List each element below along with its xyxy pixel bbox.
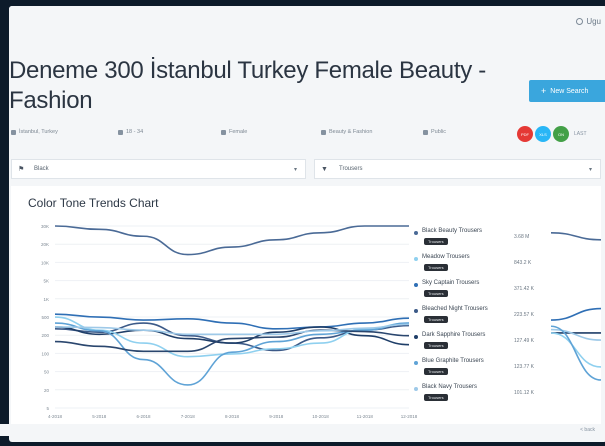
series-line-continuation bbox=[550, 332, 601, 368]
category-icon bbox=[321, 129, 326, 135]
page-title: Deneme 300 İstanbul Turkey Female Beauty… bbox=[9, 57, 486, 114]
export-on-button[interactable]: ON bbox=[553, 126, 569, 142]
x-tick-label: 9-2018 bbox=[269, 414, 284, 419]
legend-value: 123.77 K bbox=[514, 364, 535, 370]
legend-badge: Trousers bbox=[424, 238, 448, 245]
meta-category: Beauty & Fashion bbox=[321, 129, 372, 135]
location-icon bbox=[11, 129, 16, 135]
legend-badge: Trousers bbox=[424, 368, 448, 375]
category-filter-select[interactable]: ▼ Trousers ▾ bbox=[314, 159, 601, 179]
legend-dot bbox=[414, 231, 418, 235]
chevron-down-icon: ▾ bbox=[588, 167, 592, 173]
bottom-bar: < back bbox=[0, 424, 605, 436]
new-search-button[interactable]: + New Search bbox=[529, 80, 605, 102]
legend-name: Black Beauty Trousers bbox=[422, 228, 483, 234]
y-tick-label: 500 bbox=[41, 315, 49, 320]
y-tick-label: 5 bbox=[46, 406, 49, 411]
meta-visibility-text: Public bbox=[431, 129, 446, 135]
gear-icon bbox=[576, 18, 584, 25]
meta-location: İstanbul, Turkey bbox=[11, 129, 58, 135]
legend-value: 3.68 M bbox=[514, 234, 530, 240]
legend-badge: Trousers bbox=[424, 394, 448, 401]
series-line[interactable] bbox=[54, 225, 409, 256]
legend-dot bbox=[414, 283, 418, 287]
legend-value: 101.12 K bbox=[514, 390, 535, 396]
y-tick-label: 20 bbox=[44, 388, 50, 393]
chevron-down-icon: ▾ bbox=[293, 167, 297, 173]
y-tick-label: 10K bbox=[41, 260, 49, 265]
x-tick-label: 4-2018 bbox=[48, 414, 63, 419]
export-buttons: PDF XLS ON LAST bbox=[517, 126, 587, 142]
legend-name: Bleached Night Trousers bbox=[422, 306, 488, 312]
new-search-label: New Search bbox=[550, 87, 589, 95]
meta-location-text: İstanbul, Turkey bbox=[19, 129, 58, 135]
back-link[interactable]: < back bbox=[580, 427, 595, 433]
age-icon bbox=[118, 129, 123, 135]
funnel-icon: ▼ bbox=[321, 165, 328, 173]
x-tick-label: 11-2018 bbox=[357, 414, 374, 419]
legend-badge: Trousers bbox=[424, 342, 448, 349]
legend-dot bbox=[414, 387, 418, 391]
y-tick-label: 20K bbox=[41, 242, 49, 247]
legend-value: 223.57 K bbox=[514, 312, 535, 318]
x-tick-label: 10-2018 bbox=[312, 414, 329, 419]
x-tick-label: 5-2018 bbox=[92, 414, 107, 419]
y-tick-label: 200 bbox=[41, 333, 49, 338]
user-menu[interactable]: Ugu bbox=[576, 17, 601, 26]
category-filter-value: Trousers bbox=[339, 166, 363, 172]
y-tick-label: 30K bbox=[41, 224, 49, 229]
search-meta-row: İstanbul, Turkey 18 - 34 Female Beauty &… bbox=[11, 129, 446, 141]
series-line[interactable] bbox=[54, 313, 410, 330]
y-tick-label: 5K bbox=[43, 279, 49, 284]
legend-value: 843.2 K bbox=[514, 260, 532, 266]
x-tick-label: 12-2018 bbox=[401, 414, 418, 419]
x-tick-label: 7-2018 bbox=[181, 414, 196, 419]
meta-category-text: Beauty & Fashion bbox=[329, 129, 373, 135]
filter-icon: ⚑ bbox=[18, 166, 25, 173]
legend-name: Meadow Trousers bbox=[422, 254, 470, 260]
y-tick-label: 1K bbox=[43, 297, 49, 302]
series-line-continuation bbox=[550, 307, 601, 321]
color-filter-value: Black bbox=[34, 166, 49, 172]
x-tick-label: 8-2018 bbox=[225, 414, 240, 419]
plus-icon: + bbox=[541, 86, 547, 96]
meta-gender: Female bbox=[221, 129, 247, 135]
meta-age-text: 18 - 34 bbox=[126, 129, 144, 135]
legend-name: Dark Sapphire Trousers bbox=[422, 332, 486, 338]
series-line-continuation bbox=[550, 231, 601, 241]
globe-icon bbox=[423, 129, 428, 135]
legend-dot bbox=[414, 361, 418, 365]
x-tick-label: 6-2018 bbox=[136, 414, 151, 419]
filter-row: ⚑ Black ▾ ▼ Trousers ▾ bbox=[11, 159, 601, 179]
export-xls-button[interactable]: XLS bbox=[535, 126, 551, 142]
meta-age: 18 - 34 bbox=[118, 129, 143, 135]
legend-badge: Trousers bbox=[424, 290, 448, 297]
y-tick-label: 100 bbox=[41, 351, 49, 356]
legend-name: Blue Graphite Trousers bbox=[422, 358, 484, 364]
legend-badge: Trousers bbox=[424, 316, 448, 323]
top-bar: Ugu bbox=[9, 6, 605, 40]
user-label: Ugu bbox=[586, 17, 601, 26]
export-pdf-button[interactable]: PDF bbox=[517, 126, 533, 142]
legend-dot bbox=[414, 335, 418, 339]
color-filter-select[interactable]: ⚑ Black ▾ bbox=[11, 159, 306, 179]
legend-dot bbox=[414, 309, 418, 313]
legend-name: Sky Captain Trousers bbox=[422, 280, 480, 286]
legend-dot bbox=[414, 257, 418, 261]
gender-icon bbox=[221, 129, 226, 135]
legend-value: 127.49 K bbox=[514, 338, 535, 344]
last-link[interactable]: LAST bbox=[574, 131, 587, 137]
legend-value: 371.42 K bbox=[514, 286, 535, 292]
y-tick-label: 50 bbox=[44, 370, 50, 375]
legend-name: Black Navy Trousers bbox=[422, 384, 478, 390]
chart-card: Color Tone Trends Chart 30K 20K 10K 5K 1K 500… bbox=[11, 186, 601, 430]
meta-visibility: Public bbox=[423, 129, 446, 135]
meta-gender-text: Female bbox=[229, 129, 248, 135]
legend-badge: Trousers bbox=[424, 264, 448, 271]
